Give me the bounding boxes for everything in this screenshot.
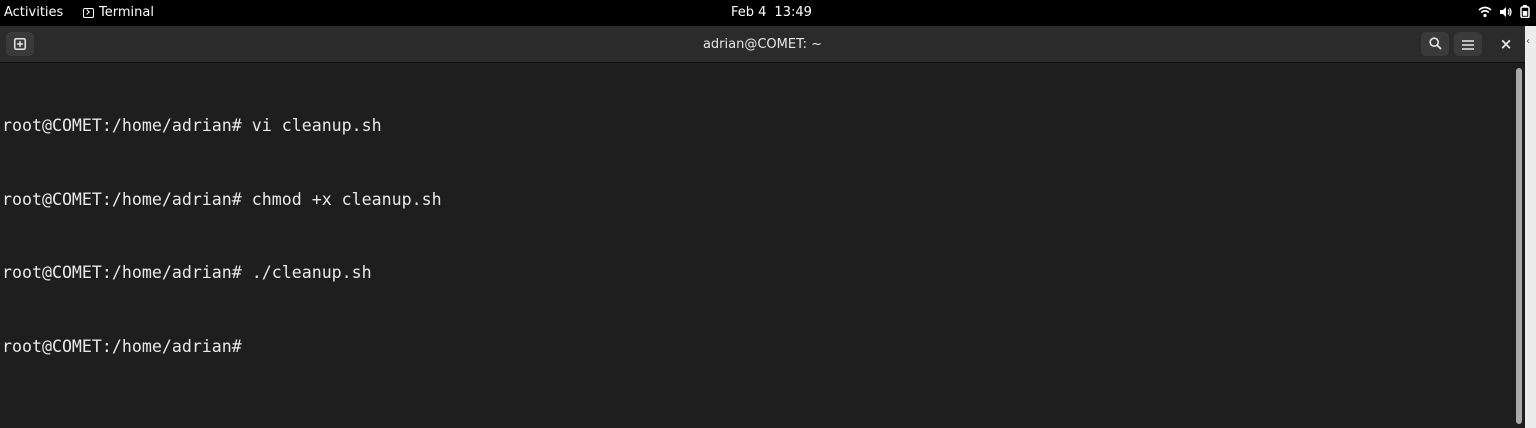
activities-button[interactable]: Activities (4, 5, 63, 20)
battery-icon (1520, 5, 1530, 18)
system-tray[interactable] (1478, 5, 1530, 18)
terminal-output[interactable]: root@COMET:/home/adrian# vi cleanup.sh r… (2, 65, 1509, 428)
clock[interactable]: Feb 4 13:49 (731, 5, 812, 20)
close-icon: × (1499, 35, 1513, 53)
terminal-line: root@COMET:/home/adrian# ./cleanup.sh (2, 263, 372, 282)
app-menu[interactable]: Terminal (83, 5, 154, 20)
chevron-left-icon: ‹ (1526, 36, 1530, 47)
terminal-prompt-line: root@COMET:/home/adrian# (2, 336, 252, 356)
wifi-icon (1478, 6, 1492, 18)
clock-time: 13:49 (774, 5, 812, 20)
window-title: adrian@COMET: ~ (702, 37, 823, 52)
app-menu-label: Terminal (99, 5, 154, 20)
close-button[interactable]: × (1492, 32, 1520, 56)
terminal-app-icon (83, 7, 94, 18)
search-button[interactable] (1421, 32, 1449, 56)
hamburger-menu-icon (1462, 35, 1474, 54)
terminal-line: root@COMET:/home/adrian# vi cleanup.sh (2, 116, 382, 135)
scrollbar[interactable] (1514, 64, 1524, 428)
menu-button[interactable] (1454, 32, 1482, 56)
background-window-edge: ‹ (1525, 26, 1536, 428)
top-bar: Activities Terminal Feb 4 13:49 (0, 0, 1536, 26)
header-bar: adrian@COMET: ~ × (0, 26, 1525, 63)
search-icon (1428, 35, 1442, 54)
terminal-line: root@COMET:/home/adrian# chmod +x cleanu… (2, 189, 442, 209)
terminal-window: adrian@COMET: ~ × root@COMET:/home/adria… (0, 26, 1525, 428)
scrollbar-thumb[interactable] (1516, 68, 1522, 424)
clock-date: Feb 4 (731, 5, 767, 20)
volume-icon (1499, 6, 1513, 18)
